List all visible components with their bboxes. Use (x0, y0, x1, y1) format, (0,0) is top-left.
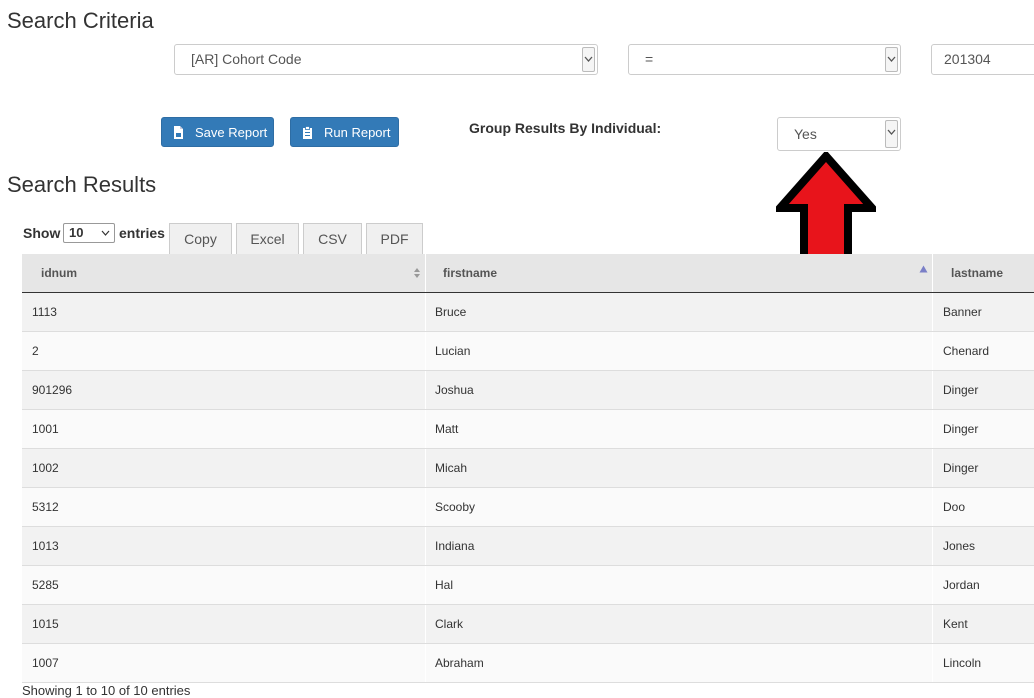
cell-idnum: 1007 (32, 656, 59, 670)
search-results-title: Search Results (7, 172, 157, 197)
value-input-text: 201304 (944, 51, 991, 67)
cell-lastname: Dinger (943, 383, 979, 397)
cell-idnum: 1002 (32, 461, 59, 475)
cell-firstname: Bruce (435, 305, 467, 319)
cell-firstname: Matt (435, 422, 459, 436)
table-row: 1001 Matt Dinger (22, 410, 1034, 449)
table-info-footer: Showing 1 to 10 of 10 entries (22, 683, 191, 698)
cell-lastname: Dinger (943, 461, 979, 475)
table-row: 1013 Indiana Jones (22, 527, 1034, 566)
cell-idnum: 1015 (32, 617, 59, 631)
save-report-label: Save Report (195, 124, 268, 140)
chevron-down-icon (885, 120, 898, 148)
run-report-button[interactable]: Run Report (290, 117, 399, 147)
cell-idnum: 5285 (32, 578, 59, 592)
cell-lastname: Dinger (943, 422, 979, 436)
column-header-idnum[interactable]: idnum (22, 254, 425, 292)
operator-select-value: = (645, 51, 654, 67)
entries-select[interactable]: 10 (63, 223, 115, 243)
cell-idnum: 1001 (32, 422, 59, 436)
field-select[interactable]: [AR] Cohort Code (174, 44, 598, 75)
show-label: Show (23, 225, 61, 241)
cell-firstname: Abraham (435, 656, 484, 670)
column-header-lastname[interactable]: lastname (933, 254, 1034, 292)
pdf-button[interactable]: PDF (366, 223, 423, 254)
cell-firstname: Joshua (435, 383, 474, 397)
cell-lastname: Banner (943, 305, 982, 319)
table-row: 2 Lucian Chenard (22, 332, 1034, 371)
group-results-label: Group Results By Individual: (469, 120, 662, 136)
copy-button[interactable]: Copy (169, 223, 232, 254)
column-header-label: idnum (41, 266, 77, 280)
table-row: 5285 Hal Jordan (22, 566, 1034, 605)
run-report-label: Run Report (324, 124, 391, 140)
cell-lastname: Chenard (943, 344, 990, 358)
save-file-icon (173, 125, 184, 139)
cell-lastname: Doo (943, 500, 966, 514)
cell-lastname: Jones (943, 539, 976, 553)
red-arrow-annotation (776, 152, 876, 264)
chevron-down-icon (885, 47, 898, 72)
field-select-value: [AR] Cohort Code (191, 51, 302, 67)
table-row: 1007 Abraham Lincoln (22, 644, 1034, 683)
column-header-label: firstname (443, 266, 498, 280)
cell-firstname: Scooby (435, 500, 476, 514)
cell-lastname: Jordan (943, 578, 980, 592)
cell-idnum: 5312 (32, 500, 59, 514)
table-row: 1113 Bruce Banner (22, 293, 1034, 332)
cell-firstname: Micah (435, 461, 468, 475)
search-criteria-title: Search Criteria (7, 8, 154, 33)
table-row: 5312 Scooby Doo (22, 488, 1034, 527)
table-header-row: idnum firstname lastname (22, 254, 1034, 293)
group-results-value: Yes (794, 126, 817, 142)
cell-lastname: Kent (943, 617, 968, 631)
operator-select[interactable]: = (628, 44, 901, 75)
cell-firstname: Hal (435, 578, 454, 592)
entries-label: entries (119, 225, 165, 241)
chevron-down-icon (582, 47, 595, 72)
column-header-label: lastname (951, 266, 1004, 280)
clipboard-icon (302, 125, 313, 139)
cell-firstname: Clark (435, 617, 464, 631)
table-row: 901296 Joshua Dinger (22, 371, 1034, 410)
entries-select-value: 10 (69, 225, 84, 240)
cell-firstname: Lucian (435, 344, 471, 358)
excel-button[interactable]: Excel (236, 223, 299, 254)
table-row: 1002 Micah Dinger (22, 449, 1034, 488)
value-input[interactable]: 201304 (931, 44, 1034, 75)
results-table: idnum firstname lastname 1113 Bruce Banner… (22, 254, 1034, 683)
cell-idnum: 2 (32, 344, 39, 358)
table-row: 1015 Clark Kent (22, 605, 1034, 644)
cell-lastname: Lincoln (943, 656, 982, 670)
sort-ascending-icon (919, 265, 928, 273)
cell-idnum: 901296 (32, 383, 73, 397)
cell-idnum: 1013 (32, 539, 59, 553)
save-report-button[interactable]: Save Report (161, 117, 274, 147)
csv-button[interactable]: CSV (303, 223, 362, 254)
chevron-down-icon (101, 230, 110, 236)
column-header-firstname[interactable]: firstname (426, 254, 933, 292)
sort-both-icon (414, 268, 420, 278)
cell-firstname: Indiana (435, 539, 475, 553)
group-results-select[interactable]: Yes (777, 117, 901, 151)
cell-idnum: 1113 (32, 305, 57, 319)
